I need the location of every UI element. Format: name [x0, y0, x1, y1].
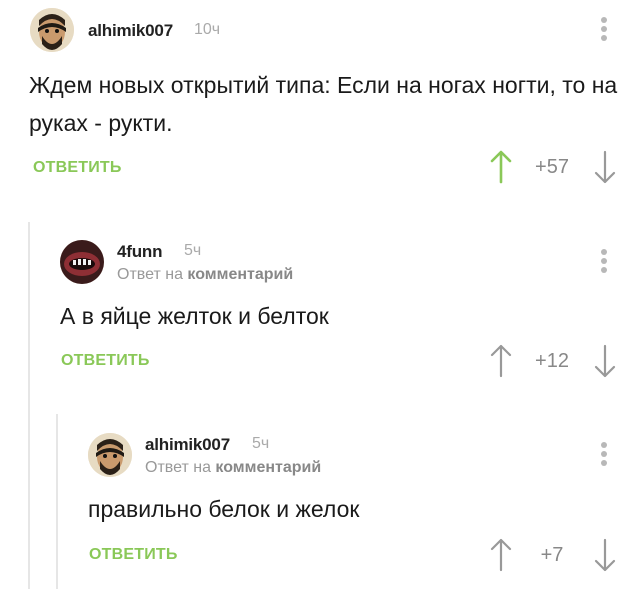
comment: alhimik007 5ч Ответ на комментарий прави…: [0, 0, 640, 589]
reply-button[interactable]: ОТВЕТИТЬ: [89, 546, 178, 564]
comment-time: 5ч: [252, 435, 270, 452]
arrow-up-icon[interactable]: [489, 538, 513, 572]
author-name[interactable]: alhimik007: [145, 435, 230, 455]
reply-to-prefix: Ответ на: [145, 459, 211, 476]
avatar[interactable]: [88, 433, 132, 477]
reply-to-label: Ответ на комментарий: [145, 459, 321, 477]
more-vertical-icon[interactable]: [599, 442, 609, 468]
comment-text: правильно белок и желок: [88, 496, 360, 522]
reply-to-link[interactable]: комментарий: [215, 459, 321, 476]
arrow-down-icon[interactable]: [593, 538, 617, 572]
rating-value: +7: [540, 544, 564, 566]
